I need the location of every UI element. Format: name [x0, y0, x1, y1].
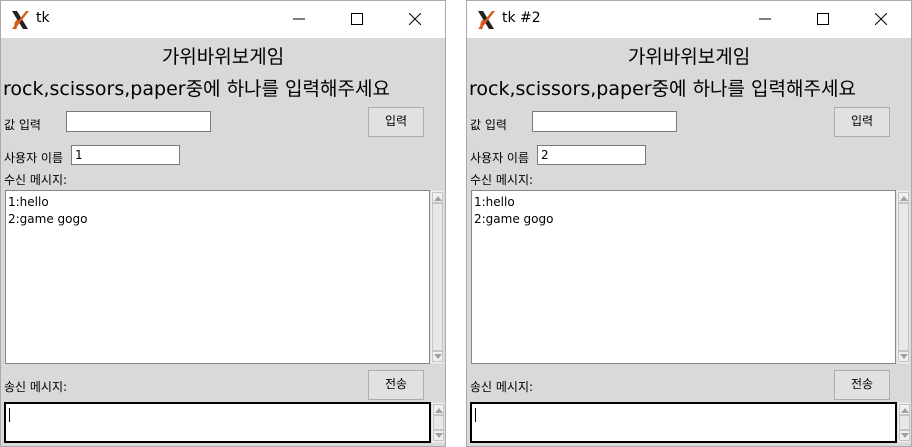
- arrow-up-icon: [901, 408, 909, 413]
- username-input[interactable]: 2: [537, 145, 646, 165]
- scroll-up-arrow[interactable]: [898, 192, 909, 203]
- input-button[interactable]: 입력: [834, 107, 890, 137]
- arrow-up-icon: [434, 196, 442, 201]
- tk-logo-icon: [475, 9, 497, 31]
- arrow-down-icon: [901, 433, 909, 438]
- app-window-1: tk 가위바위보게임 rock,scissors,paper중에 하나를 입력해…: [0, 0, 446, 447]
- received-label: 수신 메시지:: [4, 173, 68, 187]
- message-line: 2:game gogo: [474, 212, 554, 226]
- close-icon: [409, 13, 421, 25]
- close-icon: [875, 13, 887, 25]
- scroll-thumb[interactable]: [432, 203, 443, 351]
- minimize-icon: [759, 18, 771, 20]
- text-caret: [9, 408, 10, 422]
- window-title: tk: [36, 10, 50, 26]
- minimize-button[interactable]: [271, 1, 329, 38]
- scroll-up-arrow[interactable]: [432, 192, 443, 203]
- send-label: 송신 메시지:: [470, 380, 534, 394]
- minimize-icon: [293, 18, 305, 20]
- send-button[interactable]: 전송: [368, 370, 424, 400]
- received-messages-box[interactable]: 1:hello 2:game gogo: [471, 190, 896, 364]
- instruction-prompt: rock,scissors,paper중에 하나를 입력해주세요: [3, 78, 390, 100]
- send-button[interactable]: 전송: [834, 370, 890, 400]
- input-button[interactable]: 입력: [368, 107, 424, 137]
- arrow-down-icon: [900, 354, 908, 359]
- maximize-button[interactable]: [329, 1, 387, 38]
- minimize-button[interactable]: [737, 1, 795, 38]
- value-input-label: 값 입력: [4, 118, 41, 132]
- scroll-thumb[interactable]: [898, 203, 909, 351]
- username-label: 사용자 이름: [470, 151, 530, 165]
- maximize-icon: [817, 13, 829, 25]
- message-line: 1:hello: [474, 195, 515, 209]
- scroll-down-arrow[interactable]: [432, 351, 443, 362]
- send-message-box[interactable]: [470, 402, 897, 443]
- received-label: 수신 메시지:: [470, 173, 534, 187]
- value-input[interactable]: [66, 111, 211, 132]
- arrow-down-icon: [435, 433, 443, 438]
- message-line: 2:game gogo: [8, 212, 88, 226]
- game-heading: 가위바위보게임: [627, 46, 751, 68]
- username-input[interactable]: 1: [71, 145, 180, 165]
- title-bar[interactable]: tk: [1, 1, 445, 38]
- maximize-icon: [351, 13, 363, 25]
- username-label: 사용자 이름: [4, 151, 64, 165]
- value-input-label: 값 입력: [470, 118, 507, 132]
- maximize-button[interactable]: [795, 1, 853, 38]
- scroll-down-arrow[interactable]: [899, 430, 910, 441]
- send-message-box[interactable]: [4, 402, 431, 443]
- arrow-up-icon: [435, 408, 443, 413]
- scroll-thumb[interactable]: [433, 415, 444, 430]
- send-label: 송신 메시지:: [4, 380, 68, 394]
- scroll-thumb[interactable]: [899, 415, 910, 430]
- window-content: 가위바위보게임 rock,scissors,paper중에 하나를 입력해주세요…: [467, 38, 911, 446]
- close-button[interactable]: [387, 1, 445, 38]
- arrow-up-icon: [900, 196, 908, 201]
- message-line: 1:hello: [8, 195, 49, 209]
- title-bar[interactable]: tk #2: [467, 1, 911, 38]
- close-button[interactable]: [853, 1, 911, 38]
- arrow-down-icon: [434, 354, 442, 359]
- instruction-prompt: rock,scissors,paper중에 하나를 입력해주세요: [469, 78, 856, 100]
- scroll-up-arrow[interactable]: [899, 404, 910, 415]
- tk-logo-icon: [9, 9, 31, 31]
- scroll-up-arrow[interactable]: [433, 404, 444, 415]
- send-scrollbar[interactable]: [431, 402, 445, 443]
- scroll-down-arrow[interactable]: [898, 351, 909, 362]
- received-messages-box[interactable]: 1:hello 2:game gogo: [5, 190, 430, 364]
- app-window-2: tk #2 가위바위보게임 rock,scissors,paper중에 하나를 …: [466, 0, 912, 447]
- scroll-down-arrow[interactable]: [433, 430, 444, 441]
- send-scrollbar[interactable]: [897, 402, 911, 443]
- received-scrollbar[interactable]: [896, 190, 910, 364]
- window-title: tk #2: [502, 10, 541, 26]
- game-heading: 가위바위보게임: [161, 46, 285, 68]
- value-input[interactable]: [532, 111, 677, 132]
- received-scrollbar[interactable]: [430, 190, 444, 364]
- text-caret: [475, 408, 476, 422]
- window-content: 가위바위보게임 rock,scissors,paper중에 하나를 입력해주세요…: [1, 38, 445, 446]
